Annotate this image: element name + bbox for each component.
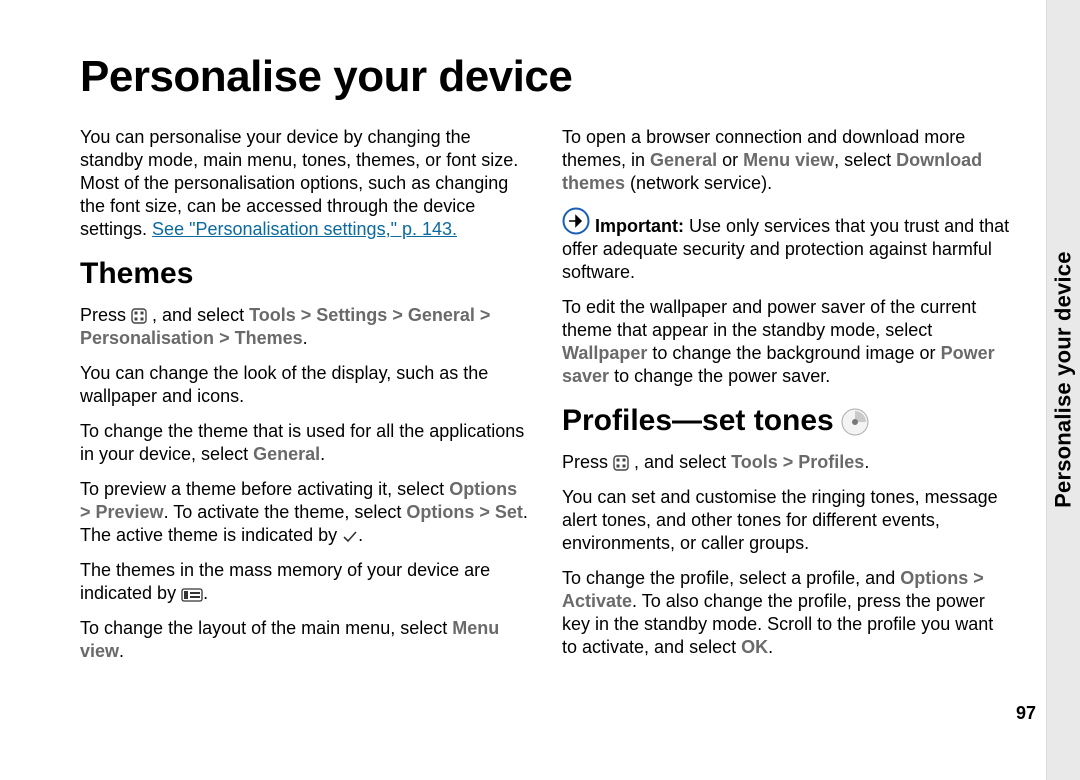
themes-p5: The themes in the mass memory of your de…	[80, 559, 528, 605]
chapter-title: Personalise your device	[80, 52, 1010, 102]
manual-page: Personalise your device 97 Personalise y…	[0, 0, 1080, 780]
profiles-nav-paragraph: Press , and select Tools > Profiles.	[562, 451, 1010, 474]
themes-p3: To change the theme that is used for all…	[80, 420, 528, 466]
important-label: Important:	[595, 216, 684, 236]
page-number: 97	[1016, 703, 1036, 724]
themes-p6: To change the layout of the main menu, s…	[80, 617, 528, 663]
download-themes-paragraph: To open a browser connection and downloa…	[562, 126, 1010, 195]
nav-profiles: Profiles	[798, 452, 864, 472]
themes-nav-paragraph: Press , and select Tools > Settings > Ge…	[80, 304, 528, 350]
xref-personalisation-settings[interactable]: See "Personalisation settings," p. 143.	[152, 219, 457, 239]
section-heading-themes: Themes	[80, 255, 528, 293]
important-note: Important: Use only services that you tr…	[562, 207, 1010, 284]
section-heading-profiles: Profiles—set tones	[562, 402, 1010, 440]
nav-tools: Tools	[249, 305, 296, 325]
thumb-index-tab: Personalise your device	[1046, 0, 1080, 780]
nav-tools: Tools	[731, 452, 778, 472]
profiles-p2: You can set and customise the ringing to…	[562, 486, 1010, 555]
checkmark-icon	[342, 530, 358, 544]
themes-p2: You can change the look of the display, …	[80, 362, 528, 408]
menu-key-icon	[131, 308, 147, 324]
nav-personalisation: Personalisation	[80, 328, 214, 348]
profiles-p3: To change the profile, select a profile,…	[562, 567, 1010, 659]
profiles-icon	[840, 407, 870, 437]
nav-general: General	[408, 305, 475, 325]
themes-p4: To preview a theme before activating it,…	[80, 478, 528, 547]
two-column-body: You can personalise your device by chang…	[80, 126, 1010, 726]
mass-memory-icon	[181, 588, 203, 602]
nav-themes: Themes	[235, 328, 303, 348]
menu-key-icon	[613, 455, 629, 471]
important-icon	[562, 207, 590, 235]
thumb-index-label: Personalise your device	[1051, 251, 1077, 508]
profiles-heading-text: Profiles—set tones	[562, 402, 834, 440]
wallpaper-powersaver-paragraph: To edit the wallpaper and power saver of…	[562, 296, 1010, 388]
nav-settings: Settings	[316, 305, 387, 325]
intro-paragraph: You can personalise your device by chang…	[80, 126, 528, 241]
